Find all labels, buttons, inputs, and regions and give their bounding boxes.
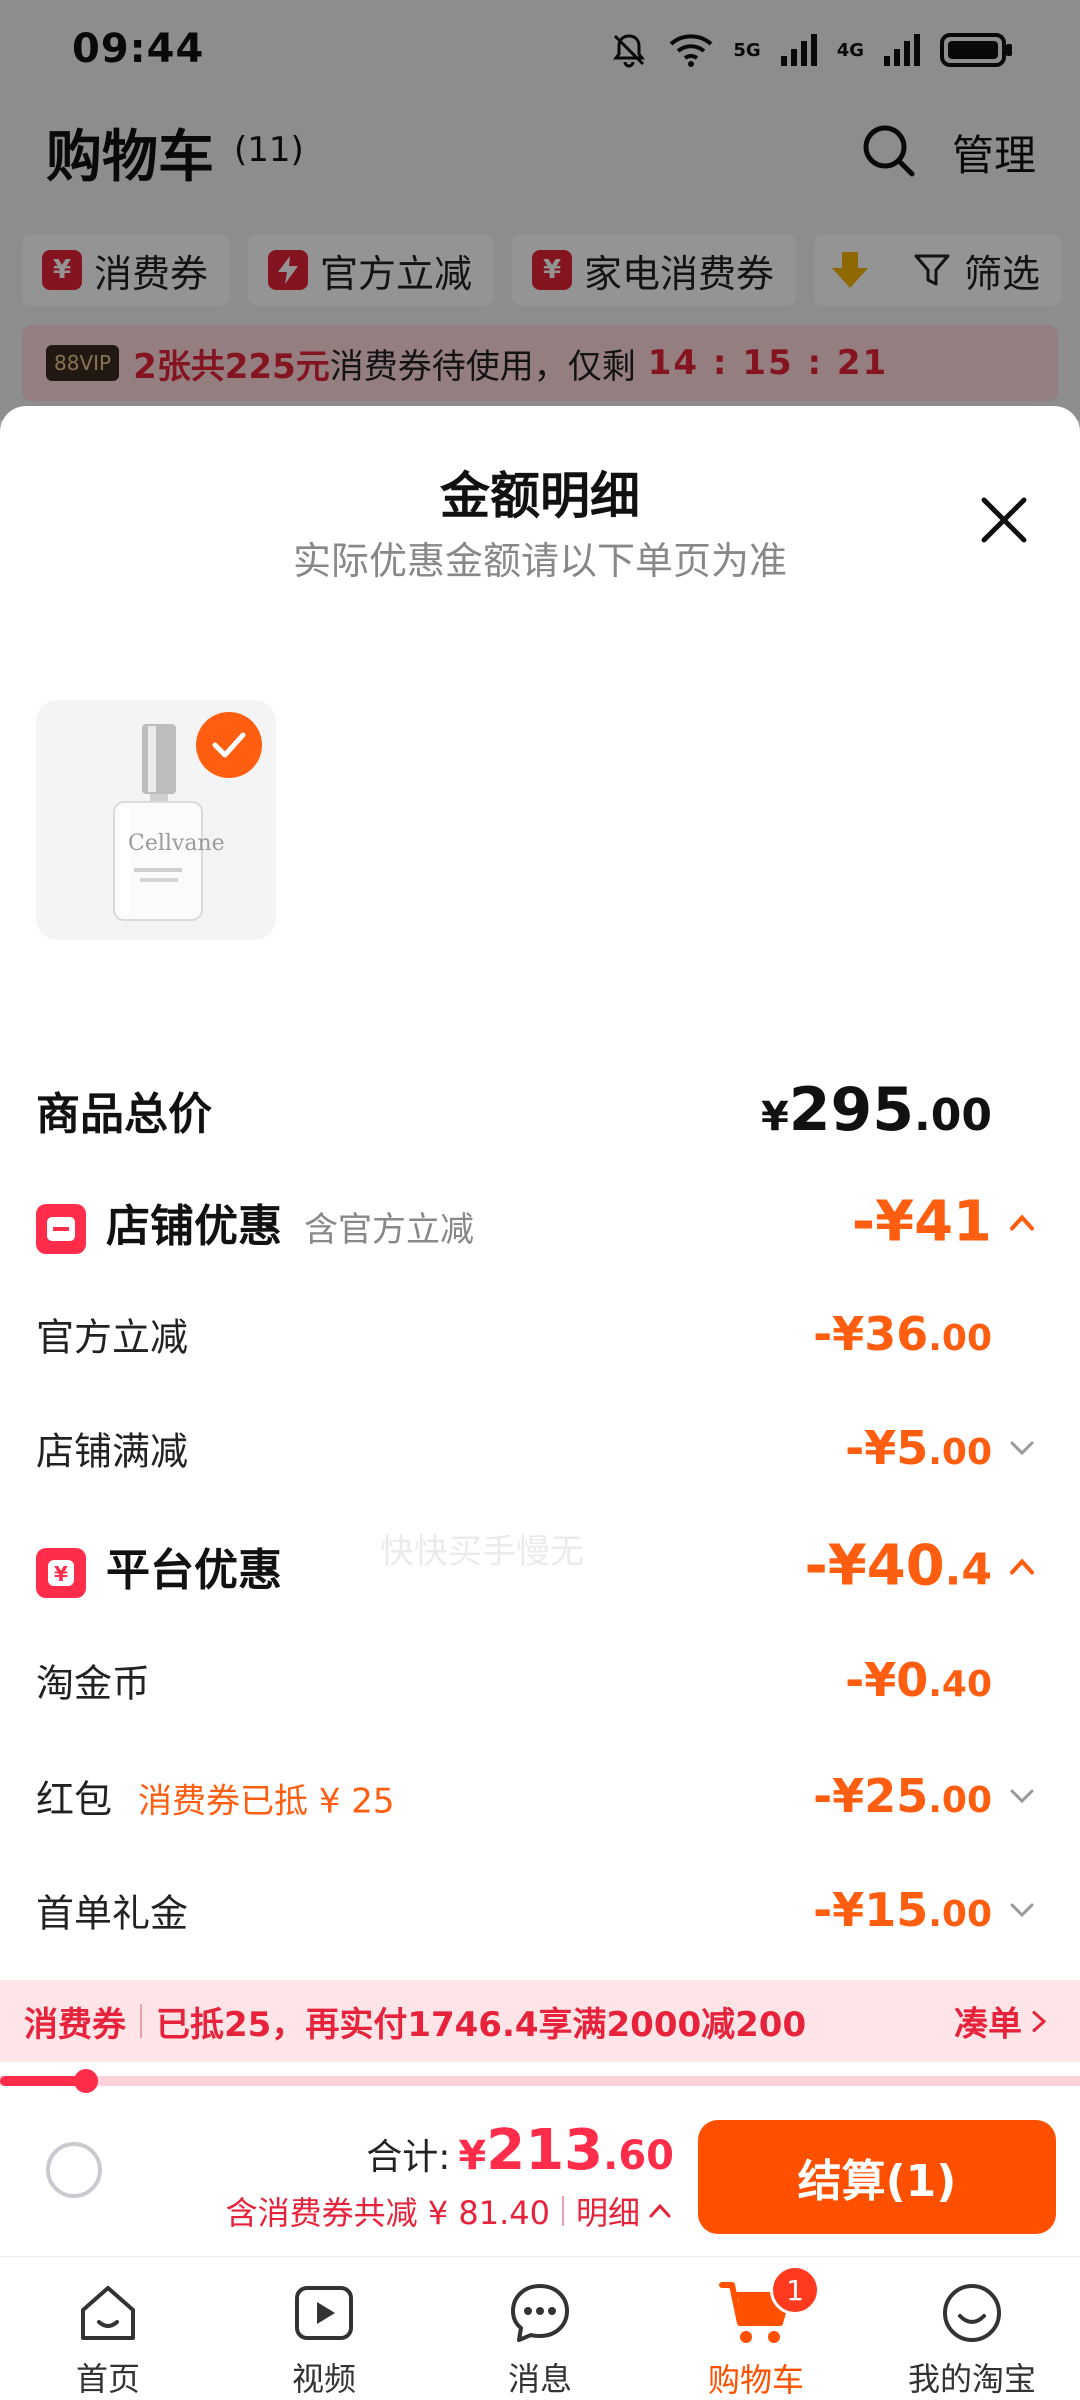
total-dec: .60	[603, 2133, 674, 2179]
goods-total-symbol: ¥	[760, 1094, 789, 1140]
profile-icon	[934, 2275, 1010, 2350]
close-icon[interactable]	[978, 494, 1030, 546]
tab-my-taobao-label: 我的淘宝	[907, 2360, 1036, 2398]
total-price: 合计: ¥ 213 .60	[366, 2118, 674, 2183]
bottom-tab-bar: 首页 视频 消息 1 购物车 我的淘宝	[0, 2256, 1080, 2400]
tab-home[interactable]: 首页	[0, 2257, 216, 2400]
platform-coupon-icon: ¥	[36, 1548, 86, 1598]
total-symbol: ¥	[458, 2133, 487, 2179]
saving-line: 含消费券共减 ¥ 81.40 明细	[226, 2188, 674, 2234]
watermark-text: 快快买手慢无	[380, 1532, 584, 1572]
sheet-title: 金额明细	[440, 467, 640, 525]
official-discount-dec: .00	[928, 1318, 992, 1359]
tab-home-label: 首页	[75, 2360, 140, 2398]
shop-full-reduction-int: -¥5	[845, 1421, 929, 1475]
row-redpack[interactable]: 红包 消费券已抵 ¥ 25 -¥25 .00	[36, 1756, 1040, 1836]
platform-discount-value: -¥40 .4	[805, 1534, 1040, 1599]
checkout-button[interactable]: 结算(1)	[698, 2120, 1056, 2234]
cart-badge: 1	[770, 2265, 820, 2315]
first-order-gift-value: -¥15 .00	[813, 1883, 1040, 1937]
shop-full-reduction-dec: .00	[928, 1432, 992, 1473]
goods-total-label: 商品总价	[36, 1089, 212, 1140]
platform-discount-dec: .4	[944, 1544, 992, 1596]
shop-discount-title: 店铺优惠 含官方立减	[36, 1190, 474, 1254]
row-official-discount: 官方立减 -¥36 .00	[36, 1294, 1040, 1374]
shop-discount-int: -¥41	[851, 1189, 992, 1255]
product-brand-text: Cellvane	[128, 831, 225, 856]
goods-total-value: ¥ 295 .00	[761, 1075, 1040, 1145]
tab-messages[interactable]: 消息	[432, 2257, 648, 2400]
redpack-value: -¥25 .00	[813, 1769, 1040, 1823]
tab-messages-label: 消息	[507, 2360, 572, 2398]
taojinbi-label: 淘金币	[36, 1661, 151, 1706]
coupon-divider	[140, 2004, 142, 2038]
chevron-up-icon-3	[649, 2203, 671, 2218]
saving-text: 含消费券共减 ¥ 81.40	[225, 2194, 550, 2232]
modal-overlay[interactable]	[0, 0, 1080, 420]
chevron-up-icon-2	[1010, 1558, 1034, 1574]
row-shop-discount[interactable]: 店铺优惠 含官方立减 -¥41	[36, 1182, 1040, 1262]
saving-divider	[561, 2196, 564, 2226]
row-goods-total: 商品总价 ¥ 295 .00	[36, 1070, 1040, 1150]
coupon-progress-track	[0, 2069, 1080, 2093]
chevron-down-icon-3	[1010, 1903, 1034, 1918]
coupon-message: 已抵25，再实付1746.4享满2000减200	[156, 2004, 807, 2045]
platform-discount-title: ¥ 平台优惠	[36, 1534, 282, 1598]
row-taojinbi: 淘金币 -¥0 .40	[36, 1640, 1040, 1720]
coupon-progress-bar[interactable]: 消费券 已抵25，再实付1746.4享满2000减200 凑单	[0, 1980, 1080, 2062]
first-order-gift-label: 首单礼金	[36, 1891, 189, 1936]
redpack-title: 红包 消费券已抵 ¥ 25	[36, 1769, 395, 1824]
checkout-bar: 合计: ¥ 213 .60 含消费券共减 ¥ 81.40 明细 结算(1)	[0, 2096, 1080, 2256]
shop-icon	[36, 1204, 86, 1254]
detail-toggle[interactable]: 明细	[576, 2188, 674, 2234]
home-icon	[70, 2275, 146, 2350]
official-discount-value: -¥36 .00	[813, 1307, 1040, 1361]
shop-discount-note: 含官方立减	[304, 1210, 474, 1250]
total-label: 合计:	[366, 2137, 451, 2178]
shop-discount-label: 店铺优惠	[106, 1201, 282, 1252]
tab-cart-label: 购物车	[707, 2361, 804, 2399]
chevron-up-icon	[1010, 1214, 1034, 1230]
goods-total-dec: .00	[914, 1090, 992, 1141]
add-items-link[interactable]: 凑单	[954, 1997, 1050, 2046]
video-icon	[286, 2275, 362, 2350]
detail-label: 明细	[575, 2194, 640, 2232]
row-first-order-gift[interactable]: 首单礼金 -¥15 .00	[36, 1870, 1040, 1950]
select-all-checkbox[interactable]	[46, 2142, 102, 2198]
taojinbi-dec: .40	[928, 1664, 992, 1705]
chevron-down-icon-2	[1010, 1789, 1034, 1804]
official-discount-int: -¥36	[813, 1307, 929, 1361]
taojinbi-int: -¥0	[845, 1653, 929, 1707]
redpack-label: 红包	[36, 1777, 113, 1822]
redpack-int: -¥25	[813, 1769, 929, 1823]
row-shop-full-reduction[interactable]: 店铺满减 -¥5 .00	[36, 1408, 1040, 1488]
shop-discount-value: -¥41	[852, 1190, 1040, 1255]
platform-discount-int: -¥40	[804, 1533, 945, 1599]
total-int: 213	[486, 2118, 604, 2183]
shop-full-reduction-label: 店铺满减	[36, 1429, 189, 1474]
redpack-dec: .00	[928, 1780, 992, 1821]
tab-video[interactable]: 视频	[216, 2257, 432, 2400]
taojinbi-value: -¥0 .40	[845, 1653, 1040, 1707]
platform-discount-label: 平台优惠	[106, 1545, 282, 1596]
coupon-tag: 消费券	[24, 2004, 126, 2045]
tab-video-label: 视频	[291, 2360, 356, 2398]
product-selected-check-icon[interactable]	[196, 712, 262, 778]
tab-cart[interactable]: 1 购物车	[648, 2257, 864, 2400]
chevron-right-icon	[1032, 2010, 1047, 2032]
svg-text:¥: ¥	[54, 1562, 68, 1586]
add-items-label: 凑单	[954, 2004, 1022, 2045]
cart-page-background: 09:44 5G 4G 购物车 (11) 管理 ¥ 消费券 官方立减 ¥ 家电消…	[0, 0, 1080, 420]
tab-my-taobao[interactable]: 我的淘宝	[864, 2257, 1080, 2400]
shop-full-reduction-value: -¥5 .00	[845, 1421, 1040, 1475]
chevron-down-icon	[1010, 1441, 1034, 1456]
official-discount-label: 官方立减	[36, 1315, 189, 1360]
sheet-subtitle: 实际优惠金额请以下单页为准	[292, 539, 787, 583]
first-order-gift-dec: .00	[928, 1894, 992, 1935]
goods-total-int: 295	[788, 1075, 915, 1145]
first-order-gift-int: -¥15	[813, 1883, 929, 1937]
redpack-note: 消费券已抵 ¥ 25	[138, 1781, 395, 1822]
message-icon	[502, 2275, 578, 2350]
